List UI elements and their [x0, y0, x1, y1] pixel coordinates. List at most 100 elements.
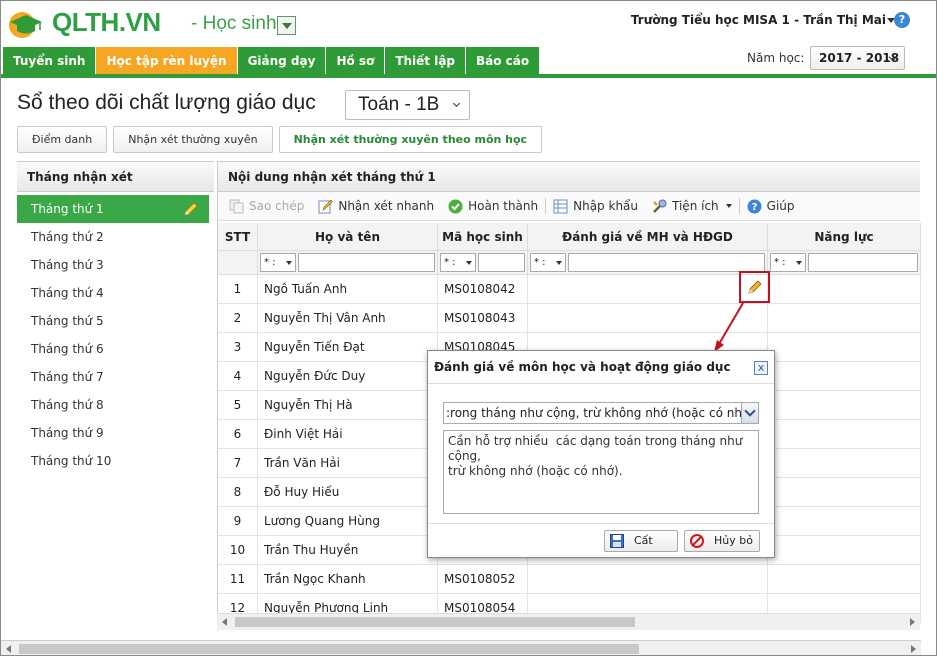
- month-item-1[interactable]: Tháng thứ 1: [17, 195, 209, 223]
- row-code: MS0108042: [438, 275, 528, 303]
- row-name: Nguyễn Thị Vân Anh: [258, 304, 438, 332]
- page-horizontal-scrollbar[interactable]: [1, 640, 921, 655]
- comment-textarea[interactable]: Cần hỗ trợ nhiều các dạng toán trong thá…: [443, 430, 759, 514]
- copy-icon: [229, 199, 244, 213]
- month-item-4[interactable]: Tháng thứ 4: [17, 279, 214, 307]
- row-stt: 6: [218, 420, 258, 448]
- filter-nang-luc: * :: [768, 251, 921, 274]
- row-stt: 11: [218, 565, 258, 593]
- grid-horizontal-scrollbar[interactable]: [217, 613, 920, 630]
- scroll-left-icon[interactable]: [222, 618, 227, 626]
- row-name: Trần Văn Hải: [258, 449, 438, 477]
- filter-nang-luc-input[interactable]: [808, 253, 918, 272]
- row-evaluation[interactable]: [528, 304, 768, 332]
- nav-hoc-tap-ren-luyen[interactable]: Học tập rèn luyện: [96, 47, 238, 75]
- row-nang-luc[interactable]: [768, 304, 921, 332]
- filter-code-input[interactable]: [478, 253, 525, 272]
- chevron-down-icon: [725, 204, 732, 208]
- close-icon[interactable]: x: [754, 361, 768, 375]
- filter-operator[interactable]: * :: [440, 253, 476, 272]
- month-item-2[interactable]: Tháng thứ 2: [17, 223, 214, 251]
- help-button[interactable]: ? Giúp: [740, 192, 802, 221]
- row-nang-luc[interactable]: [768, 362, 921, 390]
- school-user-menu[interactable]: Trường Tiểu học MISA 1 - Trần Thị Mai: [631, 13, 896, 27]
- scroll-thumb[interactable]: [235, 617, 635, 627]
- table-row[interactable]: 2 Nguyễn Thị Vân Anh MS0108043: [218, 304, 921, 333]
- main-nav: Tuyển sinh Học tập rèn luyện Giảng dạy H…: [3, 47, 541, 75]
- edit-cell-highlight[interactable]: [739, 271, 770, 303]
- row-evaluation[interactable]: [528, 275, 768, 303]
- copy-button[interactable]: Sao chép: [222, 192, 311, 221]
- save-button[interactable]: Cất: [604, 530, 678, 552]
- filter-name-input[interactable]: [298, 253, 435, 272]
- scroll-thumb[interactable]: [19, 644, 639, 654]
- comment-template-select[interactable]: :rong tháng như cộng, trừ không nhớ (hoặ…: [443, 402, 759, 424]
- subject-select[interactable]: Toán - 1B: [345, 90, 470, 120]
- col-evaluation[interactable]: Đánh giá về MH và HĐGD: [528, 223, 768, 250]
- row-stt: 5: [218, 391, 258, 419]
- table-row[interactable]: 11 Trần Ngọc Khanh MS0108052: [218, 565, 921, 594]
- filter-operator[interactable]: * :: [530, 253, 566, 272]
- row-nang-luc[interactable]: [768, 420, 921, 448]
- month-item-10[interactable]: Tháng thứ 10: [17, 447, 214, 475]
- help-circle-icon: ?: [747, 199, 762, 213]
- row-nang-luc[interactable]: [768, 507, 921, 535]
- col-stt[interactable]: STT: [218, 223, 258, 250]
- tools-icon: [653, 199, 667, 213]
- filter-operator[interactable]: * :: [260, 253, 296, 272]
- table-row[interactable]: 1 Ngô Tuấn Anh MS0108042: [218, 275, 921, 304]
- row-nang-luc[interactable]: [768, 333, 921, 361]
- filter-operator[interactable]: * :: [770, 253, 806, 272]
- help-icon[interactable]: ?: [894, 12, 910, 28]
- month-item-9[interactable]: Tháng thứ 9: [17, 419, 214, 447]
- row-stt: 10: [218, 536, 258, 564]
- help-label: Giúp: [766, 199, 795, 213]
- month-item-8[interactable]: Tháng thứ 8: [17, 391, 214, 419]
- row-nang-luc[interactable]: [768, 449, 921, 477]
- nav-bao-cao[interactable]: Báo cáo: [466, 47, 541, 75]
- row-nang-luc[interactable]: [768, 478, 921, 506]
- col-name[interactable]: Họ và tên: [258, 223, 438, 250]
- nav-tuyen-sinh[interactable]: Tuyển sinh: [3, 47, 97, 75]
- row-nang-luc[interactable]: [768, 565, 921, 593]
- chevron-down-icon[interactable]: [741, 403, 758, 423]
- tab-diem-danh[interactable]: Điểm danh: [17, 126, 108, 153]
- scroll-left-icon[interactable]: [6, 645, 11, 653]
- cancel-button[interactable]: Hủy bỏ: [684, 530, 760, 552]
- year-label: Năm học:: [747, 51, 805, 65]
- row-nang-luc[interactable]: [768, 391, 921, 419]
- nav-ho-so[interactable]: Hồ sơ: [326, 47, 386, 75]
- filter-evaluation-input[interactable]: [568, 253, 765, 272]
- row-nang-luc[interactable]: [768, 275, 921, 303]
- month-item-6[interactable]: Tháng thứ 6: [17, 335, 214, 363]
- row-stt: 7: [218, 449, 258, 477]
- tab-nhan-xet-theo-mon-hoc[interactable]: Nhận xét thường xuyên theo môn học: [278, 126, 543, 153]
- row-name: Ngô Tuấn Anh: [258, 275, 438, 303]
- nav-giang-day[interactable]: Giảng dạy: [237, 47, 327, 75]
- quick-comment-button[interactable]: Nhận xét nhanh: [311, 192, 441, 221]
- utilities-label: Tiện ích: [672, 199, 719, 213]
- logo-text: QLTH.VN: [52, 7, 161, 37]
- pencil-icon[interactable]: [183, 201, 199, 217]
- scroll-right-icon[interactable]: [910, 618, 915, 626]
- tab-nhan-xet-thuong-xuyen[interactable]: Nhận xét thường xuyên: [113, 126, 273, 153]
- month-item-label: Tháng thứ 1: [31, 202, 104, 216]
- complete-button[interactable]: Hoàn thành: [441, 192, 545, 221]
- filter-evaluation: * :: [528, 251, 768, 274]
- year-select[interactable]: 2017 - 2018: [810, 46, 905, 70]
- month-item-5[interactable]: Tháng thứ 5: [17, 307, 214, 335]
- row-evaluation[interactable]: [528, 565, 768, 593]
- nav-thiet-lap[interactable]: Thiết lập: [385, 47, 467, 75]
- utilities-menu[interactable]: Tiện ích: [645, 192, 739, 221]
- role-dropdown-button[interactable]: [277, 16, 296, 35]
- filter-code: * :: [438, 251, 528, 274]
- month-item-3[interactable]: Tháng thứ 3: [17, 251, 214, 279]
- month-item-7[interactable]: Tháng thứ 7: [17, 363, 214, 391]
- pencil-icon[interactable]: [747, 279, 763, 295]
- col-nang-luc[interactable]: Năng lực: [768, 223, 921, 250]
- month-panel: Tháng nhận xét Tháng thứ 1 Tháng thứ 2 T…: [17, 161, 214, 631]
- row-nang-luc[interactable]: [768, 536, 921, 564]
- scroll-right-icon[interactable]: [911, 645, 916, 653]
- col-code[interactable]: Mã học sinh: [438, 223, 528, 250]
- import-button[interactable]: Nhập khẩu: [546, 192, 645, 221]
